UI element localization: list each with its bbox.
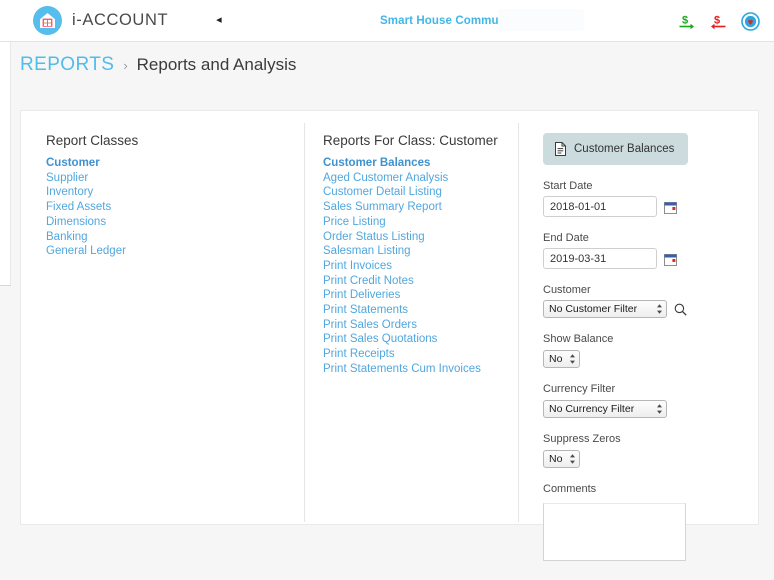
end-date-input[interactable] xyxy=(543,248,657,269)
suppress-zeros-value: No xyxy=(549,453,563,465)
report-classes-heading: Report Classes xyxy=(46,133,139,148)
start-date-input[interactable] xyxy=(543,196,657,217)
customer-label: Customer xyxy=(543,284,591,296)
show-balance-value: No xyxy=(549,353,563,365)
show-balance-label: Show Balance xyxy=(543,333,614,345)
chevron-right-icon: › xyxy=(123,58,128,73)
report-item-print-sales-orders[interactable]: Print Sales Orders xyxy=(323,318,498,333)
suppress-zeros-label: Suppress Zeros xyxy=(543,433,621,445)
comments-textarea[interactable] xyxy=(543,503,686,561)
report-class-item-fixed-assets[interactable]: Fixed Assets xyxy=(46,200,138,215)
chevron-updown-icon xyxy=(657,404,662,414)
document-icon xyxy=(555,142,566,156)
show-balance-select[interactable]: No xyxy=(543,350,580,368)
report-classes-column: Report Classes Customer Supplier Invento… xyxy=(46,133,138,259)
column-divider-1 xyxy=(304,123,305,522)
report-classes-list: Customer Supplier Inventory Fixed Assets… xyxy=(46,156,138,259)
report-item-salesman-listing[interactable]: Salesman Listing xyxy=(323,244,498,259)
report-item-print-receipts[interactable]: Print Receipts xyxy=(323,347,498,362)
report-class-item-dimensions[interactable]: Dimensions xyxy=(46,215,138,230)
report-class-item-general-ledger[interactable]: General Ledger xyxy=(46,244,138,259)
column-divider-2 xyxy=(518,123,519,522)
svg-text:$: $ xyxy=(682,14,688,26)
sidebar-collapse-toggle[interactable]: ◂ xyxy=(216,15,222,26)
house-grid-logo-icon xyxy=(33,6,62,35)
chevron-updown-icon xyxy=(570,454,575,464)
currency-filter-field: Currency Filter No Currency Filter xyxy=(543,383,743,418)
end-date-label: End Date xyxy=(543,232,589,244)
favourite-icon[interactable] xyxy=(741,11,760,31)
calendar-icon[interactable] xyxy=(664,253,677,266)
start-date-field: Start Date xyxy=(543,180,743,217)
svg-text:$: $ xyxy=(714,14,720,26)
report-item-sales-summary-report[interactable]: Sales Summary Report xyxy=(323,200,498,215)
chevron-updown-icon xyxy=(570,354,575,364)
chevron-updown-icon xyxy=(657,304,662,314)
reports-for-class-column: Reports For Class: Customer Customer Bal… xyxy=(323,133,498,377)
customer-select-value: No Customer Filter xyxy=(549,303,638,315)
show-balance-field: Show Balance No xyxy=(543,333,743,368)
reports-panel: Report Classes Customer Supplier Invento… xyxy=(20,110,759,561)
report-class-item-customer[interactable]: Customer xyxy=(46,156,138,171)
app-header: i-ACCOUNT ◂ Smart House Community $ $ xyxy=(0,0,774,42)
report-item-print-statements[interactable]: Print Statements xyxy=(323,303,498,318)
brand[interactable]: i-ACCOUNT xyxy=(33,6,168,35)
sidebar-lower-area xyxy=(0,286,11,580)
page-title: Reports and Analysis xyxy=(136,55,297,74)
report-parameters-form: Customer Balances Start Date End Date xyxy=(543,133,743,566)
report-item-print-sales-quotations[interactable]: Print Sales Quotations xyxy=(323,332,498,347)
money-in-icon[interactable]: $ xyxy=(677,12,696,31)
report-item-print-deliveries[interactable]: Print Deliveries xyxy=(323,288,498,303)
start-date-label: Start Date xyxy=(543,180,593,192)
breadcrumb: REPORTS › Reports and Analysis xyxy=(20,54,296,76)
header-icon-group: $ $ xyxy=(677,0,760,42)
comments-field: Comments xyxy=(543,483,743,566)
customer-select[interactable]: No Customer Filter xyxy=(543,300,667,318)
currency-filter-label: Currency Filter xyxy=(543,383,616,395)
suppress-zeros-field: Suppress Zeros No xyxy=(543,433,743,468)
search-icon[interactable] xyxy=(674,303,687,316)
currency-filter-select[interactable]: No Currency Filter xyxy=(543,400,667,418)
report-class-item-banking[interactable]: Banking xyxy=(46,230,138,245)
breadcrumb-root-reports[interactable]: REPORTS xyxy=(20,54,114,76)
header-search-area[interactable] xyxy=(498,9,584,31)
run-customer-balances-button[interactable]: Customer Balances xyxy=(543,133,689,165)
reports-for-class-list: Customer Balances Aged Customer Analysis… xyxy=(323,156,498,377)
collapsed-sidebar[interactable] xyxy=(0,42,11,580)
run-button-label: Customer Balances xyxy=(574,143,675,155)
report-item-print-statements-cum-invoices[interactable]: Print Statements Cum Invoices xyxy=(323,362,498,377)
report-item-print-credit-notes[interactable]: Print Credit Notes xyxy=(323,274,498,289)
report-class-item-supplier[interactable]: Supplier xyxy=(46,171,138,186)
report-item-price-listing[interactable]: Price Listing xyxy=(323,215,498,230)
suppress-zeros-select[interactable]: No xyxy=(543,450,580,468)
report-class-item-inventory[interactable]: Inventory xyxy=(46,185,138,200)
report-item-order-status-listing[interactable]: Order Status Listing xyxy=(323,230,498,245)
end-date-field: End Date xyxy=(543,232,743,269)
report-item-customer-detail-listing[interactable]: Customer Detail Listing xyxy=(323,185,498,200)
report-item-customer-balances[interactable]: Customer Balances xyxy=(323,156,498,171)
brand-name: i-ACCOUNT xyxy=(72,11,169,29)
money-out-icon[interactable]: $ xyxy=(709,12,728,31)
customer-field: Customer No Customer Filter xyxy=(543,284,743,318)
reports-for-class-heading: Reports For Class: Customer xyxy=(323,133,498,148)
calendar-icon[interactable] xyxy=(664,201,677,214)
currency-filter-value: No Currency Filter xyxy=(549,403,635,415)
comments-label: Comments xyxy=(543,483,597,495)
report-item-aged-customer-analysis[interactable]: Aged Customer Analysis xyxy=(323,171,498,186)
report-item-print-invoices[interactable]: Print Invoices xyxy=(323,259,498,274)
